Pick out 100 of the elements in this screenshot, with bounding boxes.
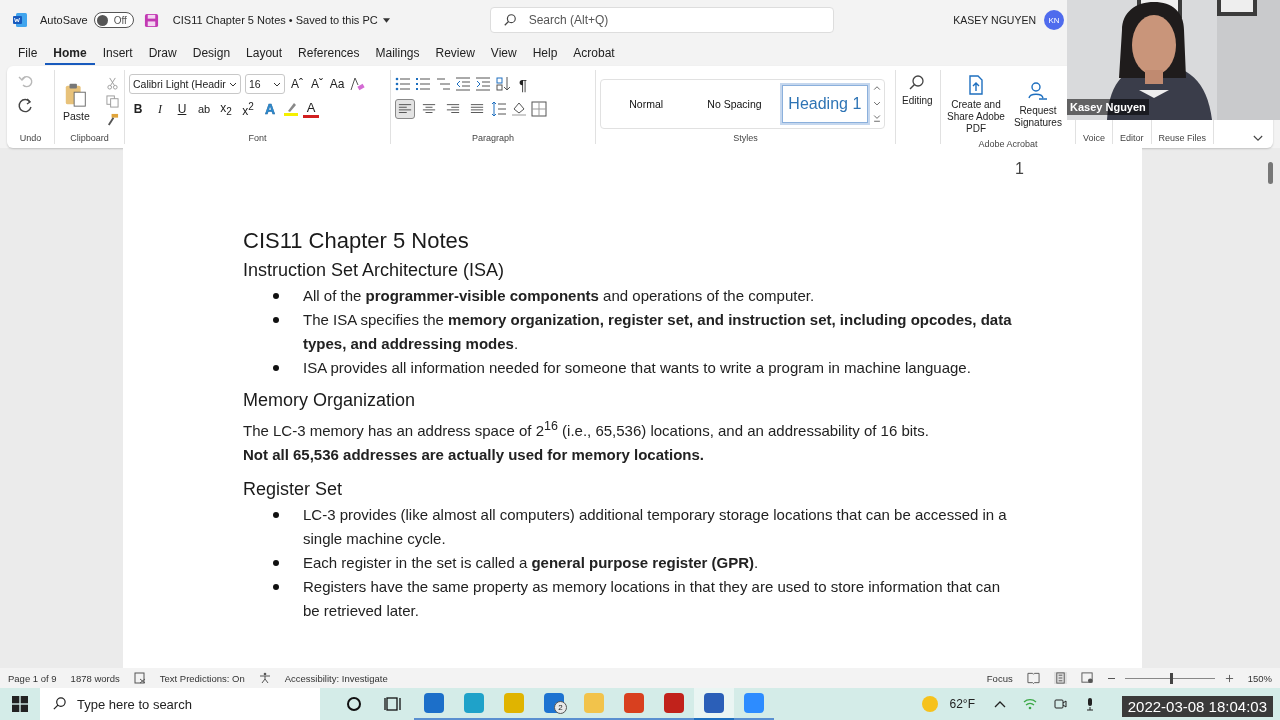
group-label: Reuse Files — [1158, 133, 1207, 144]
ribbon-tab[interactable]: Help — [524, 41, 566, 65]
cortana-icon[interactable] — [344, 694, 364, 714]
search-icon — [502, 13, 517, 27]
bullet-text: ISA provides all information needed for someone that wants to write a program in machine language. — [303, 358, 972, 378]
search-field[interactable]: Search (Alt+Q) — [489, 7, 834, 33]
ribbon-tab[interactable]: View — [482, 41, 525, 65]
acrobat-button[interactable]: Request Signatures — [1007, 76, 1069, 133]
format-painter-icon[interactable] — [105, 113, 119, 126]
focus-button[interactable]: Focus — [986, 672, 1013, 684]
group-label: Paragraph — [471, 133, 515, 144]
group-label: Voice — [1083, 133, 1106, 144]
bullets-icon[interactable] — [395, 76, 411, 92]
paragraph: Not all 65,536 addresses are actually used for memory locations. — [243, 445, 706, 465]
clear-formatting-icon[interactable] — [349, 76, 365, 92]
taskbar-search-field[interactable]: Type here to search — [40, 688, 320, 720]
accessibility-status[interactable]: Accessibility: Investigate — [284, 672, 388, 684]
ribbon-tab[interactable]: Acrobat — [565, 41, 623, 65]
ribbon-tab[interactable]: Review — [427, 41, 483, 65]
line-spacing-icon[interactable] — [491, 101, 507, 117]
bullet-text: LC-3 provides (like almost all computers) additional temporary storage locations that can be accessed in a single machine cycle. — [303, 505, 1008, 549]
shading-icon[interactable] — [511, 101, 527, 117]
align-left-button[interactable] — [395, 99, 415, 119]
accessibility-icon[interactable] — [258, 672, 271, 684]
document-title[interactable]: CIS11 Chapter 5 Notes • Saved to this PC — [172, 14, 378, 26]
caret-icon — [273, 81, 281, 87]
print-layout-icon[interactable] — [1053, 672, 1067, 684]
word-logo-icon — [12, 12, 28, 28]
document-title-heading: CIS11 Chapter 5 Notes — [243, 228, 470, 254]
page-number: 1 — [1015, 160, 1024, 178]
group-label: Editor — [1120, 133, 1144, 144]
autosave-label: AutoSave — [40, 14, 88, 26]
group-label: Undo — [18, 133, 43, 144]
caret-icon — [229, 81, 237, 87]
participant-name: Kasey Nguyen — [1067, 99, 1149, 115]
redo-icon[interactable] — [17, 96, 35, 114]
highlighter-icon[interactable] — [283, 101, 299, 117]
zoom-in-icon[interactable] — [1224, 673, 1234, 683]
group-label: Font — [247, 133, 268, 144]
ribbon-tab[interactable]: Design — [184, 41, 239, 65]
style-option[interactable]: Normal — [603, 82, 690, 125]
font-size-tool[interactable]: Aˆ — [289, 74, 305, 94]
proofing-icon[interactable] — [133, 672, 146, 684]
weather-temperature[interactable]: 62°F — [949, 697, 975, 711]
borders-icon[interactable] — [531, 101, 547, 117]
multilevel-list-icon[interactable] — [435, 76, 451, 92]
format-button[interactable]: ab — [195, 99, 213, 119]
group-label: Styles — [732, 133, 759, 144]
bullet-icon — [273, 365, 279, 371]
user-name[interactable]: KASEY NGUYEN — [953, 14, 1036, 26]
bullet-icon — [273, 560, 279, 566]
format-button[interactable]: x$_{2}$ — [217, 99, 235, 119]
caret-icon[interactable] — [382, 17, 390, 23]
style-option[interactable]: No Spacing — [691, 82, 778, 125]
format-button[interactable]: A — [261, 99, 279, 119]
paste-button[interactable]: Paste — [59, 79, 94, 124]
ribbon-tab[interactable]: Draw — [140, 41, 185, 65]
editing-button[interactable]: Editing — [900, 70, 935, 110]
save-icon[interactable] — [143, 12, 159, 28]
acrobat-button[interactable]: Create and Share Adobe PDF — [945, 70, 1007, 139]
align-lines-icon — [398, 102, 412, 116]
ribbon-tab[interactable]: File — [10, 41, 46, 65]
ribbon-tab[interactable]: Insert — [94, 41, 141, 65]
font-size-tool[interactable]: Aˇ — [309, 74, 325, 94]
camera-icon[interactable] — [1053, 697, 1067, 711]
format-button[interactable]: U — [173, 99, 191, 119]
increase-indent-icon[interactable] — [475, 76, 491, 92]
collapse-ribbon-icon[interactable] — [1253, 135, 1263, 142]
font-size-dropdown[interactable]: 16 — [245, 74, 285, 94]
start-icon[interactable] — [12, 696, 28, 712]
bullet-text: The ISA specifies the memory organization, register set, and instruction set, including opcodes, data types, and addressing modes. — [303, 310, 1013, 354]
text-predictions-status[interactable]: Text Predictions: On — [159, 672, 245, 684]
format-button[interactable]: B — [129, 99, 147, 119]
ribbon-tab[interactable]: Mailings — [367, 41, 428, 65]
decrease-indent-icon[interactable] — [455, 76, 471, 92]
section-heading: Register Set — [243, 479, 344, 500]
autosave-toggle[interactable]: Off — [93, 12, 134, 28]
recording-timestamp: 2022-03-08 18:04:03 — [1121, 696, 1273, 717]
style-option[interactable]: Heading 1 — [779, 82, 870, 125]
align-lines-icon — [422, 102, 436, 116]
page-count[interactable]: Page 1 of 9 — [8, 672, 57, 684]
font-size-tool[interactable]: Aa — [329, 74, 345, 94]
show-formatting-button[interactable]: ¶ — [515, 74, 531, 94]
sort-icon[interactable] — [495, 76, 511, 92]
ribbon-tab[interactable]: Layout — [238, 41, 291, 65]
format-button[interactable]: x$^{2}$ — [239, 99, 257, 119]
font-color-button[interactable]: A — [303, 100, 319, 118]
ribbon-tab[interactable]: Home — [45, 41, 95, 65]
numbering-icon[interactable] — [415, 76, 431, 92]
zoom-level[interactable]: 150% — [1247, 672, 1272, 684]
format-button[interactable]: I — [151, 99, 169, 119]
word-count[interactable]: 1878 words — [70, 672, 120, 684]
user-avatar[interactable]: KN — [1044, 10, 1064, 30]
ribbon-tab[interactable]: References — [290, 41, 368, 65]
font-name-dropdown[interactable]: Calibri Light (Headir — [129, 74, 241, 94]
task-view-icon[interactable] — [384, 694, 404, 714]
bullet-text: Each register in the set is called a general purpose register (GPR). — [303, 553, 760, 573]
web-layout-icon[interactable] — [1080, 672, 1094, 684]
read-mode-icon[interactable] — [1026, 672, 1040, 684]
person-signature-icon — [1027, 80, 1049, 102]
